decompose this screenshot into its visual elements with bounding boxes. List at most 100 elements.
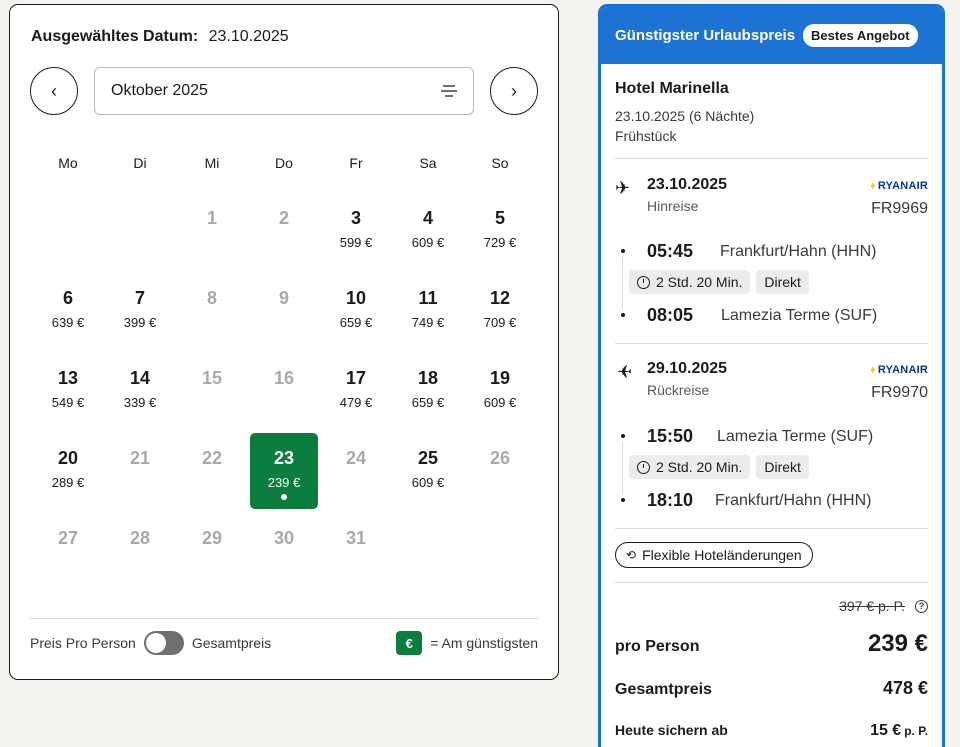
day-cell: 16 — [250, 353, 318, 429]
day-number: 3 — [350, 208, 361, 228]
day-number: 22 — [201, 448, 223, 468]
day-number: 8 — [206, 288, 217, 308]
divider — [615, 528, 928, 529]
day-number: 31 — [345, 528, 367, 548]
day-number: 17 — [345, 368, 367, 388]
day-number: 4 — [422, 208, 433, 228]
selected-dot — [281, 494, 287, 500]
departure-time: 15:50 — [647, 426, 694, 446]
secure-today-value: 15 € p. P. — [870, 722, 928, 740]
day-number: 26 — [489, 448, 511, 468]
plane-departure-icon: ✈ — [615, 178, 631, 198]
duration-chip: 2 Std. 20 Min. — [629, 270, 751, 294]
day-cell: 9 — [250, 273, 318, 349]
day-cell[interactable]: 3 599 € — [322, 193, 390, 269]
day-price: 659 € — [411, 395, 445, 410]
inbound-flight-info: 2 Std. 20 Min. Direkt — [629, 455, 809, 479]
previous-month-button[interactable]: ‹ — [30, 67, 78, 115]
day-price: 239 € — [267, 475, 301, 490]
hotel-dates: 23.10.2025 (6 Nächte) — [615, 108, 755, 124]
day-number: 13 — [57, 368, 79, 388]
day-cell: 21 — [106, 433, 174, 509]
day-number: 11 — [418, 288, 438, 308]
airline-logo: ♦ RYANAIR — [870, 364, 928, 376]
outbound-flight-info: 2 Std. 20 Min. Direkt — [629, 270, 809, 294]
weekday-label: Do — [275, 155, 293, 171]
day-number: 14 — [129, 368, 151, 388]
day-price: 609 € — [483, 395, 517, 410]
price-per-person-row: pro Person 239 € — [615, 630, 928, 658]
timeline-dot — [621, 249, 625, 253]
weekday-label: Di — [133, 155, 147, 171]
best-offer-badge: Bestes Angebot — [803, 24, 918, 47]
day-cell[interactable]: 13 549 € — [34, 353, 102, 429]
weekday-label: Fr — [349, 155, 363, 171]
day-number: 27 — [57, 528, 79, 548]
day-price: 639 € — [51, 315, 85, 330]
departure-airport: Lamezia Terme (SUF) — [717, 428, 874, 445]
timeline-line — [622, 257, 623, 309]
duration-text: 2 Std. 20 Min. — [656, 459, 743, 475]
day-cell[interactable]: 25 609 € — [394, 433, 462, 509]
day-number: 25 — [417, 448, 439, 468]
day-price: 609 € — [411, 235, 445, 250]
clock-icon — [637, 275, 650, 289]
day-number: 29 — [201, 528, 223, 548]
offer-card: Günstigster Urlaubspreis Bestes Angebot … — [598, 4, 945, 747]
total-price-label: Gesamtpreis — [615, 681, 712, 698]
day-cell: 26 — [466, 433, 534, 509]
timeline-dot — [621, 498, 625, 502]
day-cell[interactable]: 14 339 € — [106, 353, 174, 429]
divider — [615, 582, 928, 583]
stops-chip: Direkt — [756, 455, 809, 479]
day-price: 749 € — [411, 315, 445, 330]
month-select-value: Oktober 2025 — [111, 82, 208, 99]
calendar-grid: 1 2 3 599 €4 609 €5 729 €6 639 €7 399 €8 9 10 659 … — [32, 193, 536, 593]
day-cell[interactable]: 7 399 € — [106, 273, 174, 349]
day-number: 1 — [206, 208, 217, 228]
day-number: 24 — [345, 448, 367, 468]
secure-today-row: Heute sichern ab 15 € p. P. — [615, 722, 928, 740]
selected-date-label: Ausgewähltes Datum: — [31, 28, 199, 45]
day-cell[interactable]: 11 749 € — [394, 273, 462, 349]
day-number: 10 — [345, 288, 367, 308]
day-number: 16 — [273, 368, 295, 388]
harp-icon: ♦ — [870, 364, 876, 376]
day-cell[interactable]: 17 479 € — [322, 353, 390, 429]
board-type: Frühstück — [615, 128, 677, 144]
filter-icon — [441, 84, 457, 98]
empty-day-cell — [104, 193, 176, 273]
day-number: 12 — [489, 288, 511, 308]
price-mode-toggle[interactable] — [143, 631, 184, 655]
stops-chip: Direkt — [756, 270, 809, 294]
empty-day-cell — [32, 193, 104, 273]
day-cell[interactable]: 20 289 € — [34, 433, 102, 509]
day-price: 549 € — [51, 395, 85, 410]
weekday-label: Mo — [58, 155, 78, 171]
day-number: 2 — [278, 208, 289, 228]
day-cell-selected[interactable]: 23 239 € — [250, 433, 318, 509]
month-select[interactable]: Oktober 2025 — [94, 67, 474, 115]
airline-logo: ♦ RYANAIR — [870, 180, 928, 192]
day-number: 30 — [273, 528, 295, 548]
day-cell[interactable]: 10 659 € — [322, 273, 390, 349]
arrival-time: 08:05 — [647, 305, 694, 325]
day-cell[interactable]: 5 729 € — [466, 193, 534, 269]
day-number: 5 — [494, 208, 505, 228]
timeline-line — [622, 442, 623, 494]
flexible-hotel-changes-label: Flexible Hoteländerungen — [642, 547, 802, 563]
question-icon[interactable]: ? — [915, 599, 928, 613]
next-month-button[interactable]: › — [490, 67, 538, 115]
flexible-hotel-changes-button[interactable]: ⟲ Flexible Hoteländerungen — [615, 542, 813, 568]
cheapest-legend: € = Am günstigsten — [396, 631, 538, 655]
offer-header: Günstigster Urlaubspreis Bestes Angebot — [601, 7, 942, 64]
day-cell[interactable]: 19 609 € — [466, 353, 534, 429]
day-cell[interactable]: 12 709 € — [466, 273, 534, 349]
day-cell[interactable]: 18 659 € — [394, 353, 462, 429]
chevron-right-icon: › — [511, 80, 517, 101]
inbound-flight-number: FR9970 — [871, 384, 928, 401]
day-cell[interactable]: 4 609 € — [394, 193, 462, 269]
day-cell: 8 — [178, 273, 246, 349]
day-number: 21 — [129, 448, 151, 468]
day-cell[interactable]: 6 639 € — [34, 273, 102, 349]
